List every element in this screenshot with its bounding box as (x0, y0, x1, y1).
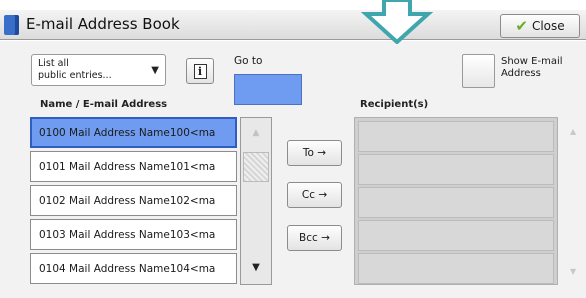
address-book-icon (4, 15, 19, 35)
recipient-slot[interactable] (358, 121, 554, 152)
scroll-up-icon: ▲ (570, 127, 577, 136)
address-list: 0100 Mail Address Name100<ma 0101 Mail A… (30, 117, 237, 285)
goto-label: Go to (234, 55, 263, 67)
cc-button[interactable]: Cc → (287, 182, 342, 208)
list-item[interactable]: 0103 Mail Address Name103<ma (30, 219, 237, 250)
to-button[interactable]: To → (287, 140, 342, 166)
scroll-thumb[interactable] (243, 152, 269, 182)
window-title: E-mail Address Book (26, 15, 180, 33)
bcc-button[interactable]: Bcc → (287, 225, 342, 251)
show-email-checkbox[interactable] (462, 54, 495, 88)
close-button-label: Close (531, 19, 565, 33)
list-filter-value: List all public entries... (38, 58, 112, 81)
checkmark-icon: ✔ (515, 16, 528, 35)
address-book-screen: E-mail Address Book ✔ Close List all pub… (0, 0, 586, 298)
list-item[interactable]: 0102 Mail Address Name102<ma (30, 185, 237, 216)
show-email-toggle[interactable]: Show E-mail Address (462, 54, 572, 88)
show-email-label: Show E-mail Address (501, 56, 563, 79)
goto-input[interactable] (234, 74, 302, 105)
list-item[interactable]: 0104 Mail Address Name104<ma (30, 253, 237, 284)
list-item[interactable]: 0100 Mail Address Name100<ma (30, 117, 237, 148)
recipient-slot[interactable] (358, 154, 554, 185)
recipient-list (354, 117, 558, 285)
recipient-slot[interactable] (358, 187, 554, 218)
recipients-header: Recipient(s) (360, 99, 429, 110)
scroll-down-icon: ▼ (570, 267, 577, 276)
list-filter-dropdown[interactable]: List all public entries... ▼ (31, 54, 166, 86)
close-button[interactable]: ✔ Close (500, 14, 580, 38)
info-button[interactable]: i (186, 58, 214, 84)
recipient-slot[interactable] (358, 220, 554, 251)
recipient-slot[interactable] (358, 253, 554, 284)
address-list-scrollbar[interactable]: ▲ ▼ (240, 117, 272, 285)
info-icon: i (193, 63, 207, 79)
scroll-down-icon[interactable]: ▼ (241, 252, 271, 284)
title-bar: E-mail Address Book ✔ Close (0, 10, 586, 40)
recipient-list-scrollbar: ▲ ▼ (560, 117, 586, 285)
scroll-up-icon[interactable]: ▲ (241, 118, 271, 150)
list-item[interactable]: 0101 Mail Address Name101<ma (30, 151, 237, 182)
name-email-header: Name / E-mail Address (40, 99, 168, 110)
dropdown-arrow-icon: ▼ (151, 65, 159, 76)
down-arrow-icon (360, 0, 434, 44)
